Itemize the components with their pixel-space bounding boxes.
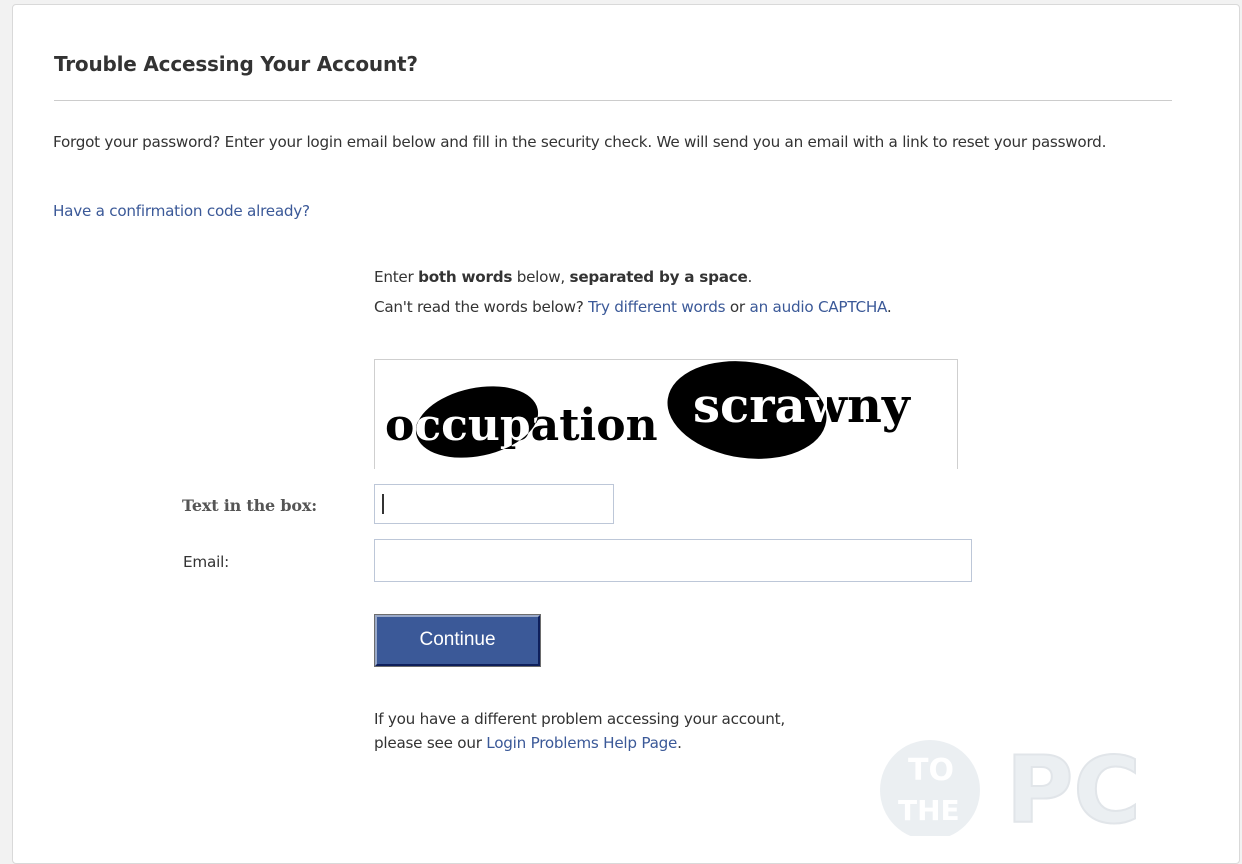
captcha-picture: occupation occupation scrawny scrawny — [385, 361, 912, 459]
try-different-words-link[interactable]: Try different words — [588, 298, 725, 316]
text-in-box-label: Text in the box: — [182, 496, 317, 515]
audio-captcha-link[interactable]: an audio CAPTCHA — [750, 298, 888, 316]
confirmation-code-link[interactable]: Have a confirmation code already? — [53, 202, 310, 220]
captcha-image: occupation occupation scrawny scrawny — [374, 359, 958, 469]
instruction-below: below, — [512, 268, 570, 286]
watermark-pc: PC — [1006, 737, 1141, 836]
help-note-line-1: If you have a different problem accessin… — [374, 710, 785, 728]
title-divider — [54, 100, 1172, 101]
email-label: Email: — [183, 553, 230, 571]
login-problems-help-link[interactable]: Login Problems Help Page — [486, 734, 677, 752]
captcha-instruction-line: Enter both words below, separated by a s… — [374, 262, 891, 292]
help-note-prefix: please see our — [374, 734, 487, 752]
captcha-instructions: Enter both words below, separated by a s… — [374, 262, 892, 322]
email-input[interactable] — [374, 539, 972, 582]
page-title: Trouble Accessing Your Account? — [54, 52, 418, 76]
watermark-the: THE — [898, 794, 960, 827]
instruction-enter: Enter — [374, 268, 419, 286]
watermark-to: TO — [908, 753, 954, 788]
text-cursor — [382, 494, 384, 514]
captcha-text-input[interactable] — [374, 484, 614, 524]
cant-read-text: Can't read the words below? — [374, 298, 589, 316]
intro-text: Forgot your password? Enter your login e… — [53, 133, 1107, 151]
captcha-alternatives-line: Can't read the words below? Try differen… — [374, 292, 892, 322]
site-watermark-logo: TO THE PC — [880, 736, 1142, 836]
continue-button[interactable]: Continue — [374, 614, 541, 667]
help-note-suffix: . — [677, 734, 682, 752]
help-note: If you have a different problem accessin… — [374, 707, 785, 755]
period-text: . — [886, 298, 892, 316]
help-note-line-2: please see our Login Problems Help Page. — [374, 731, 785, 755]
instruction-period: . — [747, 268, 753, 286]
instruction-both-words: both words — [418, 268, 513, 286]
or-text: or — [725, 298, 750, 316]
instruction-separated: separated by a space — [569, 268, 748, 286]
